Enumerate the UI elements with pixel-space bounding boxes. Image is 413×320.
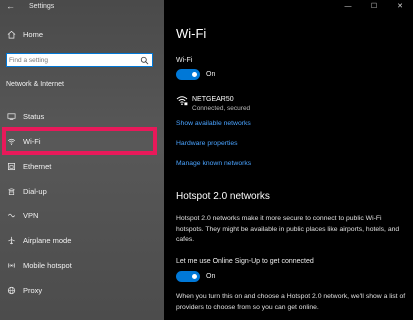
close-icon[interactable]: ✕: [387, 0, 413, 12]
status-icon: [6, 111, 16, 121]
window-controls: — ☐ ✕: [335, 0, 413, 14]
network-status: Connected, secured: [192, 105, 251, 112]
vpn-icon: [6, 210, 16, 220]
sidebar-item-label: Proxy: [23, 285, 43, 295]
hardware-properties-link[interactable]: Hardware properties: [176, 140, 238, 147]
titlebar-left: ← Settings: [0, 0, 164, 14]
search-setting-field[interactable]: [6, 53, 153, 67]
section-title: Network & Internet: [6, 81, 64, 88]
sidebar-item-proxy[interactable]: Proxy: [0, 281, 164, 299]
search-icon[interactable]: [140, 56, 149, 65]
page-title: Wi-Fi: [176, 26, 207, 41]
sidebar-item-label: Dial-up: [23, 186, 47, 196]
sidebar-item-airplane-mode[interactable]: Airplane mode: [0, 231, 164, 249]
maximize-icon[interactable]: ☐: [361, 0, 387, 12]
ethernet-icon: [6, 161, 16, 171]
settings-sidebar: ← Settings Home Network & Internet Statu…: [0, 0, 164, 320]
main-content: — ☐ ✕ Wi-Fi Wi-Fi On NETGEAR50 Connected…: [164, 0, 413, 320]
signup-description: When you turn this on and choose a Hotsp…: [176, 293, 406, 311]
sidebar-item-wifi[interactable]: Wi-Fi: [0, 132, 164, 150]
sidebar-item-vpn[interactable]: VPN: [0, 206, 164, 224]
wifi-network-icon: [176, 96, 188, 106]
hotspot-icon: [6, 260, 16, 270]
sidebar-item-mobile-hotspot[interactable]: Mobile hotspot: [0, 256, 164, 274]
wifi-icon: [6, 136, 16, 146]
back-arrow-icon[interactable]: ←: [6, 1, 15, 11]
sidebar-item-ethernet[interactable]: Ethernet: [0, 157, 164, 175]
sidebar-item-label: Wi-Fi: [23, 136, 41, 146]
manage-known-networks-link[interactable]: Manage known networks: [176, 160, 251, 167]
dialup-icon: [6, 186, 16, 196]
search-input[interactable]: [9, 55, 134, 66]
online-signup-toggle[interactable]: [176, 271, 200, 282]
home-icon: [6, 29, 16, 39]
sidebar-item-label: VPN: [23, 210, 39, 220]
hotspot-description: Hotspot 2.0 networks make it more secure…: [176, 215, 400, 243]
toggle-knob: [192, 72, 197, 77]
airplane-icon: [6, 235, 16, 245]
wifi-toggle-state: On: [206, 71, 216, 78]
sidebar-item-label: Mobile hotspot: [23, 260, 72, 270]
proxy-icon: [6, 285, 16, 295]
sidebar-item-home[interactable]: Home: [0, 25, 164, 43]
network-name: NETGEAR50: [192, 96, 234, 103]
sidebar-item-label: Status: [23, 111, 45, 121]
hotspot-section-title: Hotspot 2.0 networks: [176, 191, 270, 202]
sidebar-item-status[interactable]: Status: [0, 107, 164, 125]
sidebar-home-label: Home: [23, 29, 44, 39]
sidebar-item-label: Ethernet: [23, 161, 52, 171]
wifi-label: Wi-Fi: [176, 57, 193, 64]
sidebar-item-label: Airplane mode: [23, 235, 72, 245]
wifi-toggle[interactable]: [176, 69, 200, 80]
show-available-networks-link[interactable]: Show available networks: [176, 120, 251, 127]
signup-toggle-state: On: [206, 273, 216, 280]
minimize-icon[interactable]: —: [335, 0, 361, 12]
toggle-knob: [192, 274, 197, 279]
signup-label: Let me use Online Sign-Up to get connect…: [176, 258, 314, 265]
sidebar-item-dialup[interactable]: Dial-up: [0, 182, 164, 200]
window-title: Settings: [29, 3, 55, 10]
